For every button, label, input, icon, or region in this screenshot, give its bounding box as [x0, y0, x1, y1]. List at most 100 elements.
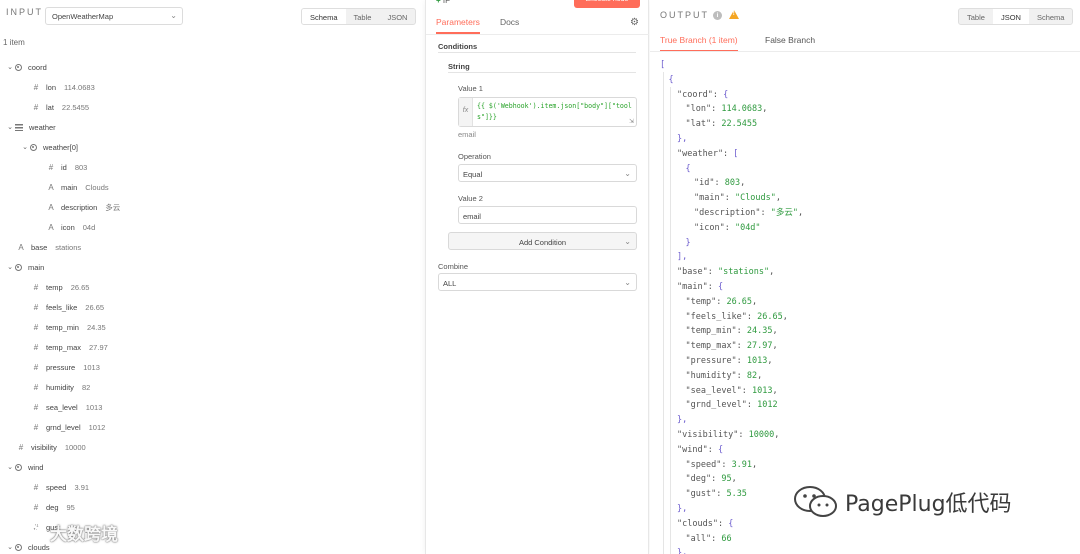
combine-select[interactable]: ALL ⌄: [438, 273, 637, 291]
tab-false-branch[interactable]: False Branch: [765, 35, 815, 50]
tree-row[interactable]: Abase stations: [0, 237, 418, 257]
json-token: ,: [752, 296, 758, 307]
expand-icon[interactable]: ⇲: [629, 118, 634, 125]
chevron-down-icon[interactable]: ⌄: [5, 123, 15, 131]
json-token: ,: [767, 355, 773, 366]
tree-row[interactable]: # lon 114.0683: [0, 77, 418, 97]
tree-value: 22.5455: [61, 102, 90, 112]
json-line: "id": 803,: [660, 176, 803, 191]
json-token: 22.5455: [721, 119, 758, 130]
tree-row[interactable]: # sea_level 1013: [0, 397, 418, 417]
object-type-icon: [15, 463, 22, 471]
json-token: 10000: [748, 429, 775, 440]
json-token: 3.91: [731, 459, 753, 470]
tab-parameters[interactable]: Parameters: [436, 17, 480, 34]
chevron-down-icon[interactable]: ⌄: [5, 63, 15, 71]
json-line: "coord": {: [660, 88, 803, 103]
value2-input[interactable]: email: [458, 206, 637, 224]
chevron-down-icon[interactable]: ⌄: [5, 463, 15, 471]
json-token: "humidity":: [685, 370, 747, 381]
tree-row[interactable]: # speed 3.91: [0, 477, 418, 497]
info-icon[interactable]: i: [713, 11, 722, 20]
input-node-select[interactable]: OpenWeatherMap ⌄: [45, 7, 183, 25]
json-line: "temp": 26.65,: [660, 295, 803, 310]
tree-row[interactable]: ⌄ wind: [0, 457, 418, 477]
output-tab-schema[interactable]: Schema: [1029, 9, 1073, 24]
object-type-icon: [15, 63, 22, 71]
number-type-icon: #: [33, 502, 39, 512]
item-count: 1 item: [3, 38, 25, 47]
gear-icon[interactable]: ⚙: [630, 17, 639, 28]
json-token: ,: [769, 267, 775, 278]
operation-select[interactable]: Equal ⌄: [458, 164, 637, 182]
output-panel: OUTPUT i Table JSON Schema True Branch (…: [650, 0, 1080, 554]
tree-key: base: [31, 242, 48, 252]
json-line: "humidity": 82,: [660, 369, 803, 384]
tree-row[interactable]: # temp_max 27.97: [0, 337, 418, 357]
value1-expression-field[interactable]: fx {{ $('Webhook').item.json["body"]["to…: [458, 97, 637, 127]
tree-row[interactable]: # id 803: [0, 157, 418, 177]
json-line: ],: [660, 250, 803, 265]
json-token: 24.35: [746, 326, 773, 337]
json-line: "clouds": {: [660, 517, 803, 532]
warning-icon[interactable]: [729, 10, 739, 19]
tree-row[interactable]: Aicon 04d: [0, 217, 418, 237]
tree-row[interactable]: # temp 26.65: [0, 277, 418, 297]
string-type-icon: A: [48, 182, 54, 192]
tree-row[interactable]: # pressure 1013: [0, 357, 418, 377]
json-token: "deg":: [685, 474, 722, 485]
input-tab-json[interactable]: JSON: [379, 9, 415, 24]
tree-row[interactable]: Adescription 多云: [0, 197, 418, 217]
json-token: "pressure":: [685, 355, 747, 366]
tree-row[interactable]: # lat 22.5455: [0, 97, 418, 117]
output-tab-json[interactable]: JSON: [992, 9, 1029, 24]
json-token: "temp_max":: [685, 341, 747, 352]
node-plus-icon: +: [436, 0, 441, 5]
channel-watermark: 大数跨境: [6, 520, 118, 545]
tree-row[interactable]: # humidity 82: [0, 377, 418, 397]
tab-true-branch[interactable]: True Branch (1 item): [660, 35, 738, 52]
chevron-down-icon[interactable]: ⌄: [20, 143, 30, 151]
tab-docs[interactable]: Docs: [500, 17, 519, 34]
output-view-toggle: Table JSON Schema: [958, 8, 1074, 25]
json-line: },: [660, 413, 803, 428]
json-token: ,: [772, 326, 778, 337]
json-line: "sea_level": 1013,: [660, 384, 803, 399]
json-token: 1012: [757, 400, 778, 411]
tree-key: wind: [28, 462, 44, 472]
tree-row[interactable]: ⌄ main: [0, 257, 418, 277]
input-tab-schema[interactable]: Schema: [302, 9, 346, 24]
tree-row[interactable]: # feels_like 26.65: [0, 297, 418, 317]
tree-row[interactable]: # visibility 10000: [0, 437, 418, 457]
add-condition-button[interactable]: Add Condition ⌄: [448, 232, 637, 250]
json-token: ,: [774, 429, 780, 440]
tree-value: Clouds: [85, 182, 109, 192]
tree-key: deg: [46, 502, 59, 512]
input-view-toggle: Schema Table JSON: [301, 8, 417, 25]
tree-row[interactable]: # temp_min 24.35: [0, 317, 418, 337]
tree-row[interactable]: # grnd_level 1012: [0, 417, 418, 437]
json-token: ,: [731, 474, 737, 485]
tree-row[interactable]: ⌄ weather[0]: [0, 137, 418, 157]
tree-value: 95: [66, 502, 75, 512]
tree-key: description: [61, 202, 98, 212]
tree-value: 24.35: [86, 322, 106, 332]
json-token: {: [685, 163, 691, 174]
input-title: INPUT: [6, 7, 43, 17]
json-token: "多云": [770, 207, 799, 218]
tree-row[interactable]: # deg 95: [0, 497, 418, 517]
input-tab-table[interactable]: Table: [346, 9, 380, 24]
tree-row[interactable]: ⌄ weather: [0, 117, 418, 137]
json-token: "lon":: [685, 104, 722, 115]
node-title: + IF: [436, 0, 450, 5]
list-type-icon: [15, 123, 23, 131]
string-divider: [448, 72, 636, 73]
number-type-icon: #: [33, 342, 39, 352]
tree-row[interactable]: Amain Clouds: [0, 177, 418, 197]
json-token: "main":: [694, 193, 735, 204]
tree-row[interactable]: ⌄ coord: [0, 57, 418, 77]
chevron-down-icon[interactable]: ⌄: [5, 263, 15, 271]
output-tab-table[interactable]: Table: [959, 9, 993, 24]
execute-node-button[interactable]: Execute node: [574, 0, 640, 8]
json-token: ,: [782, 311, 788, 322]
